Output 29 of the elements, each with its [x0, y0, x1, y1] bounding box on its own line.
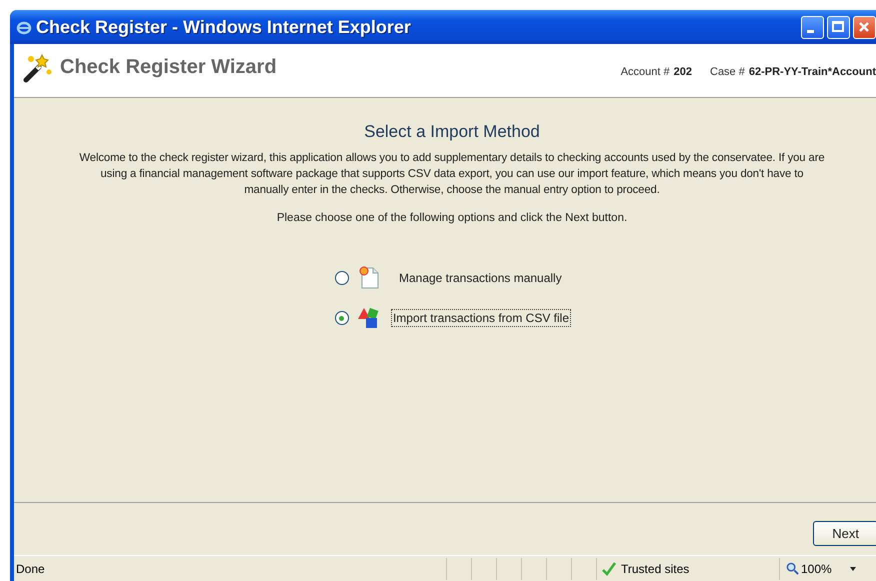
next-button[interactable]: Next — [813, 520, 876, 546]
close-button[interactable] — [853, 16, 876, 38]
zoom-icon — [786, 562, 799, 575]
maximize-button[interactable] — [827, 16, 850, 38]
account-label: Account # — [620, 66, 670, 78]
case-number: 62-PR-YY-Train*Account — [748, 66, 876, 78]
section-heading: Select a Import Method — [364, 122, 540, 142]
case-label: Case # — [710, 66, 745, 78]
minimize-icon[interactable] — [807, 30, 814, 32]
close-icon[interactable] — [858, 20, 870, 32]
zoom-level[interactable]: 100% — [801, 562, 832, 576]
radio-button[interactable] — [334, 271, 349, 285]
intro-paragraph: Welcome to the check register wizard, this application allows you to add supplementary details to checking accounts used by the conservatee. If you are using a financial management software package that supports CSV data export, you can use our import feature, which means you don't have to manually enter in the checks. Otherwise, choose the manual entry option to proceed. — [78, 151, 826, 198]
account-number: 202 — [674, 66, 692, 78]
dropdown-caret-icon[interactable] — [850, 566, 856, 570]
checkmark-icon — [601, 560, 617, 576]
maximize-icon[interactable] — [832, 20, 844, 32]
option-label[interactable]: Manage transactions manually — [396, 269, 564, 287]
browser-logo-icon — [16, 19, 32, 35]
option-label[interactable]: Import transactions from CSV file — [390, 309, 572, 327]
status-text: Done — [15, 562, 46, 576]
radio-button[interactable] — [334, 311, 349, 325]
wizard-title: Check Register Wizard — [60, 56, 277, 79]
document-icon — [358, 266, 380, 290]
window-title: Check Register - Windows Internet Explorer — [36, 16, 412, 38]
minimize-button[interactable] — [801, 16, 824, 38]
instruction-text: Please choose one of the following options and click the Next button. — [276, 212, 628, 224]
security-zone: Trusted sites — [621, 562, 690, 576]
magic-wand-icon — [22, 52, 52, 82]
